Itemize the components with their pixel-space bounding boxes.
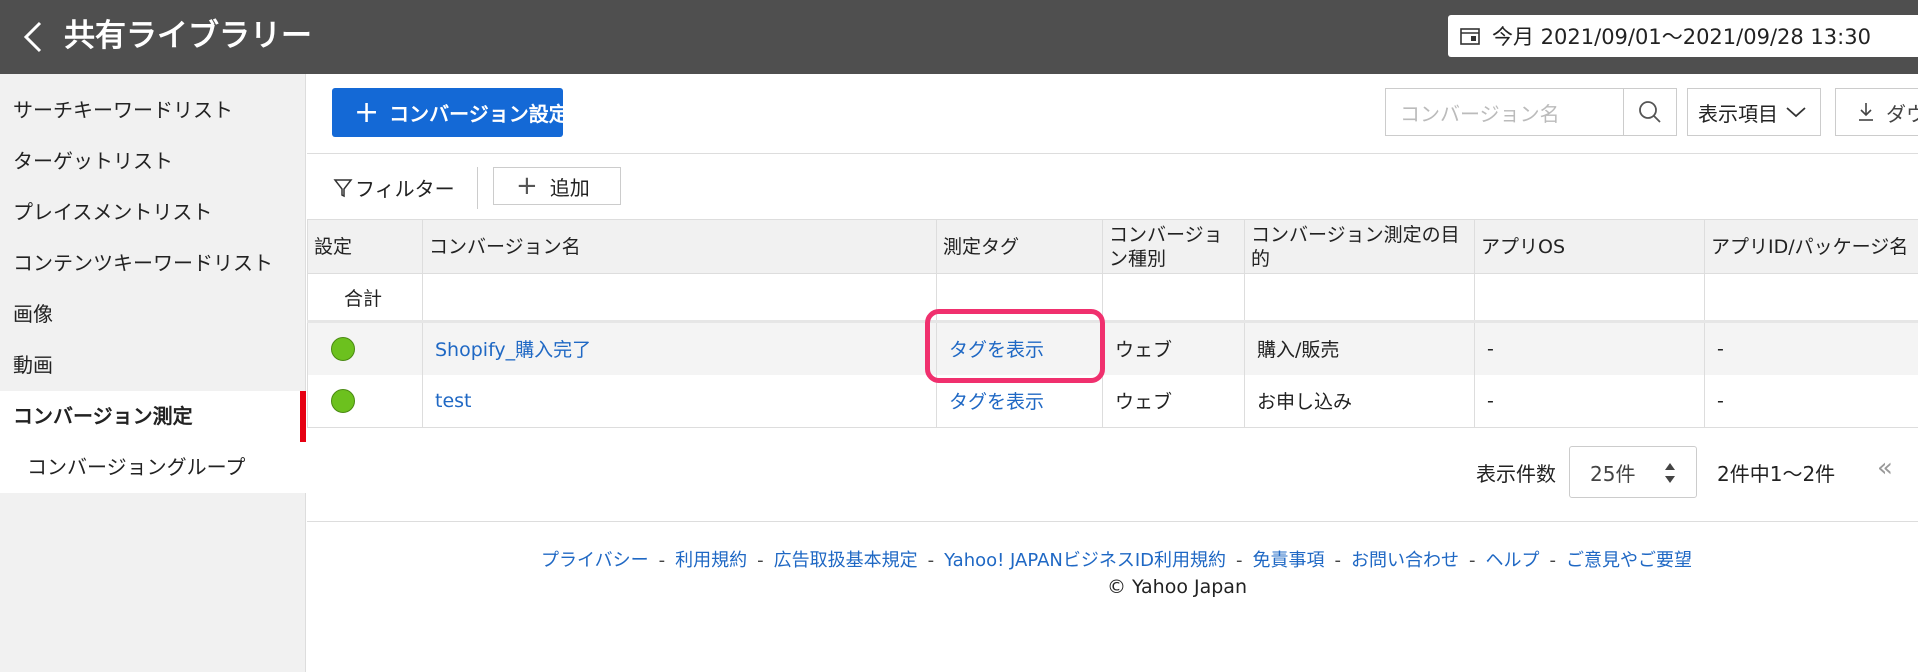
column-header-app-os[interactable]: アプリOS <box>1474 219 1705 274</box>
search-icon <box>1639 101 1661 123</box>
footer-link-help[interactable]: ヘルプ <box>1486 550 1540 571</box>
sidebar-item-images[interactable]: 画像 <box>0 289 306 340</box>
create-conversion-button[interactable]: + コンバージョン設定を作成 <box>332 88 629 137</box>
add-filter-button[interactable]: + 追加 <box>493 167 621 205</box>
date-range-selector[interactable]: 今月 2021/09/01〜2021/09/28 13:30 <box>1448 15 1918 57</box>
filter-button[interactable]: フィルター <box>333 173 455 202</box>
search-button[interactable] <box>1623 88 1677 136</box>
sidebar-item-label: コンバージョン測定 <box>13 404 193 428</box>
search-placeholder: コンバージョン名 <box>1400 101 1560 126</box>
create-conversion-label: コンバージョン設定を作成 <box>389 102 629 126</box>
sort-arrows-icon <box>1665 463 1675 483</box>
conversion-table: 設定 コンバージョン名 測定タグ コンバージョン種別 コンバージョン測定の目的 … <box>307 219 1918 428</box>
footer-link-terms[interactable]: 利用規約 <box>675 550 747 571</box>
footer-links: プライバシー - 利用規約 - 広告取扱基本規定 - Yahoo! JAPANビジネスID利… <box>541 550 1693 571</box>
conversion-purpose-cell: お申し込み <box>1244 374 1475 428</box>
tag-cell: タグを表示 <box>936 374 1103 428</box>
plus-icon: + <box>354 94 380 130</box>
tag-cell: タグを表示 <box>925 309 1105 383</box>
per-page-select[interactable]: 25件 <box>1569 446 1697 498</box>
download-button[interactable]: ダウ <box>1835 88 1918 136</box>
total-label: 合計 <box>307 273 423 323</box>
show-tag-link[interactable]: タグを表示 <box>949 339 1044 361</box>
sidebar: サーチキーワードリスト ターゲットリスト プレイスメントリスト コンテンツキーワ… <box>0 74 306 672</box>
table-row: test タグを表示 ウェブ お申し込み - - <box>307 374 1918 428</box>
status-active-icon[interactable] <box>331 388 355 413</box>
column-header-conversion-type[interactable]: コンバージョン種別 <box>1102 219 1245 274</box>
download-icon <box>1859 103 1873 121</box>
display-columns-label: 表示項目 <box>1698 101 1778 126</box>
plus-icon: + <box>516 171 538 201</box>
result-count: 2件中1〜2件 <box>1717 462 1836 486</box>
search-input[interactable]: コンバージョン名 <box>1385 88 1623 136</box>
sidebar-item-conversion-group[interactable]: コンバージョングループ <box>0 442 306 493</box>
date-range-text: 今月 2021/09/01〜2021/09/28 13:30 <box>1492 25 1871 49</box>
footer-link-contact[interactable]: お問い合わせ <box>1351 550 1459 571</box>
conversion-type-cell: ウェブ <box>1102 374 1245 428</box>
active-indicator <box>300 391 306 442</box>
footer-link-privacy[interactable]: プライバシー <box>541 550 649 571</box>
per-page-label: 表示件数 <box>1476 462 1556 486</box>
sidebar-item-placement-list[interactable]: プレイスメントリスト <box>0 187 306 238</box>
footer-link-ad-policy[interactable]: 広告取扱基本規定 <box>774 550 918 571</box>
column-header-conversion-name[interactable]: コンバージョン名 <box>422 219 937 274</box>
filter-bar: フィルター + 追加 <box>307 155 1918 220</box>
page-title: 共有ライブラリー <box>64 18 312 54</box>
first-page-icon[interactable]: « <box>1877 453 1893 483</box>
conversion-purpose-cell: 購入/販売 <box>1244 321 1475 375</box>
filter-icon <box>333 178 353 197</box>
conversion-name-link[interactable]: Shopify_購入完了 <box>435 339 591 361</box>
table-row: Shopify_購入完了 タグを表示 ウェブ 購入/販売 - - <box>307 309 1918 383</box>
footer-link-business-id-terms[interactable]: Yahoo! JAPANビジネスID利用規約 <box>944 550 1226 571</box>
column-header-setting[interactable]: 設定 <box>307 219 423 274</box>
sidebar-item-conversion-measurement[interactable]: コンバージョン測定 <box>0 391 306 442</box>
status-active-icon[interactable] <box>331 336 355 361</box>
calendar-icon <box>1460 28 1480 45</box>
chevron-down-icon <box>1786 107 1806 118</box>
per-page-value: 25件 <box>1590 461 1636 486</box>
conversion-name-link[interactable]: test <box>435 390 472 412</box>
copyright: © Yahoo Japan <box>1107 576 1247 598</box>
column-header-app-id[interactable]: アプリID/パッケージ名 <box>1704 219 1918 274</box>
status-cell <box>307 321 423 375</box>
table-header-row: 設定 コンバージョン名 測定タグ コンバージョン種別 コンバージョン測定の目的 … <box>307 219 1918 274</box>
app-os-cell: - <box>1474 374 1705 428</box>
conversion-type-cell: ウェブ <box>1102 321 1245 375</box>
footer-divider <box>307 521 1918 522</box>
column-header-measurement-tag[interactable]: 測定タグ <box>936 219 1103 274</box>
toolbar: + コンバージョン設定を作成 コンバージョン名 表示項目 ダウ <box>307 74 1918 154</box>
filter-label: フィルター <box>355 177 455 201</box>
sidebar-item-search-keyword-list[interactable]: サーチキーワードリスト <box>0 85 306 136</box>
sidebar-item-content-keyword-list[interactable]: コンテンツキーワードリスト <box>0 238 306 289</box>
sidebar-item-target-list[interactable]: ターゲットリスト <box>0 136 306 187</box>
back-icon[interactable] <box>18 20 48 54</box>
download-label: ダウ <box>1886 101 1918 126</box>
pagination: 表示件数 25件 2件中1〜2件 « <box>307 437 1918 509</box>
footer-link-disclaimer[interactable]: 免責事項 <box>1253 550 1325 571</box>
add-filter-label: 追加 <box>549 175 590 200</box>
main-content: + コンバージョン設定を作成 コンバージョン名 表示項目 ダウ フィルター + … <box>307 74 1918 672</box>
column-header-conversion-purpose[interactable]: コンバージョン測定の目的 <box>1244 219 1475 274</box>
app-header: 共有ライブラリー 今月 2021/09/01〜2021/09/28 13:30 <box>0 0 1918 74</box>
app-id-cell: - <box>1704 374 1918 428</box>
app-id-cell: - <box>1704 321 1918 375</box>
app-os-cell: - <box>1474 321 1705 375</box>
footer-link-feedback[interactable]: ご意見やご要望 <box>1566 550 1692 571</box>
show-tag-link[interactable]: タグを表示 <box>949 391 1044 413</box>
display-columns-button[interactable]: 表示項目 <box>1687 88 1821 136</box>
total-row: 合計 <box>307 273 1918 323</box>
sidebar-item-videos[interactable]: 動画 <box>0 340 306 391</box>
divider <box>477 167 478 209</box>
status-cell <box>307 374 423 428</box>
